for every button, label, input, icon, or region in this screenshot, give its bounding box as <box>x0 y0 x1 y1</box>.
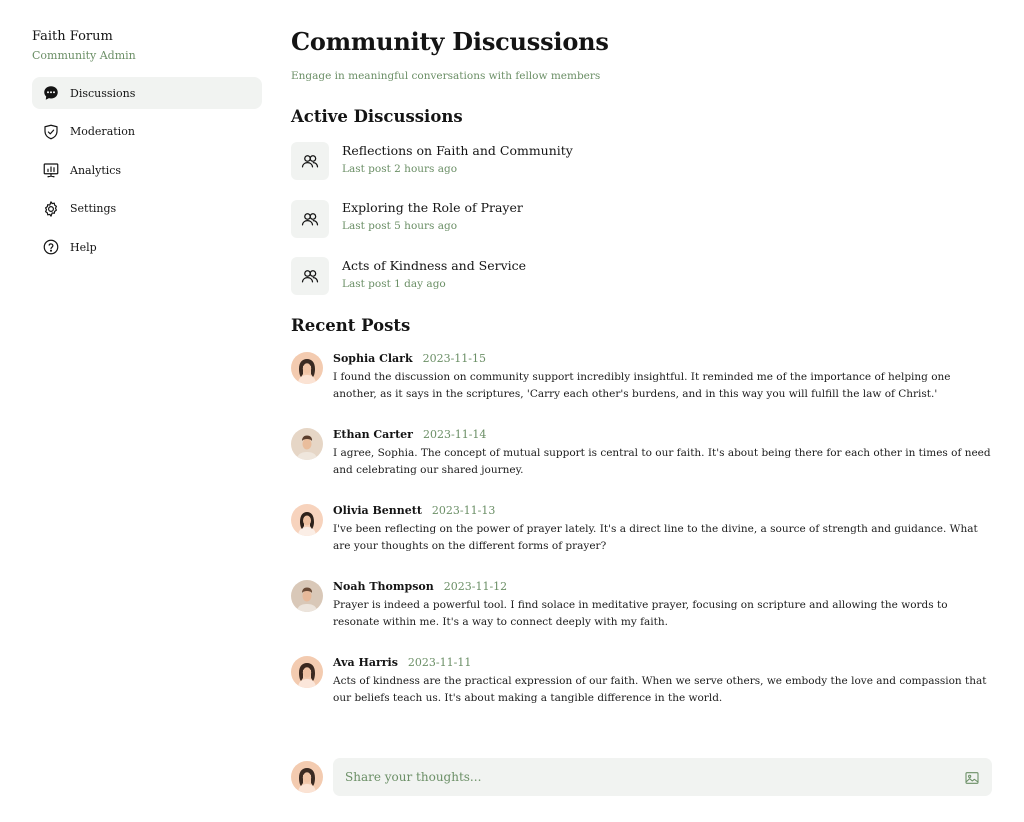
post-author: Ethan Carter <box>333 427 413 441</box>
post-date: 2023-11-15 <box>422 351 487 365</box>
sidebar-item-label: Moderation <box>70 125 135 138</box>
brand-subtitle: Community Admin <box>32 49 136 62</box>
page-title: Community Discussions <box>291 27 609 56</box>
discussion-meta: Last post 2 hours ago <box>342 162 458 175</box>
post-body: Olivia Bennett 2023-11-13 I've been refl… <box>333 504 993 555</box>
sidebar-nav: Discussions Moderation Analytics Setting… <box>32 77 262 263</box>
sidebar-item-analytics[interactable]: Analytics <box>32 154 262 186</box>
post-body: Ethan Carter 2023-11-14 I agree, Sophia.… <box>333 428 993 479</box>
users-icon <box>291 199 329 238</box>
discussion-text: Exploring the Role of Prayer Last post 5… <box>342 200 523 233</box>
post-date: 2023-11-14 <box>422 427 487 441</box>
discussion-list: Reflections on Faith and Community Last … <box>291 142 992 295</box>
discussion-item[interactable]: Exploring the Role of Prayer Last post 5… <box>291 199 992 238</box>
question-circle-icon <box>42 238 60 256</box>
discussion-meta: Last post 5 hours ago <box>342 220 458 232</box>
users-icon <box>291 142 329 180</box>
discussion-title: Acts of Kindness and Service <box>342 257 527 273</box>
post-text: Prayer is indeed a powerful tool. I find… <box>333 598 948 628</box>
post-composer <box>291 758 992 796</box>
sidebar: Faith Forum Community Admin Discussions … <box>32 28 262 270</box>
avatar[interactable] <box>291 579 323 612</box>
page-subtitle: Engage in meaningful conversations with … <box>291 70 601 82</box>
post-list: Sophia Clark 2023-11-15 I found the disc… <box>291 351 993 732</box>
post-item: Ethan Carter 2023-11-14 I agree, Sophia.… <box>291 427 993 504</box>
avatar[interactable] <box>291 503 323 536</box>
post-item: Olivia Bennett 2023-11-13 I've been refl… <box>291 503 993 580</box>
discussion-meta: Last post 1 day ago <box>342 277 446 290</box>
discussion-text: Reflections on Faith and Community Last … <box>342 143 573 176</box>
post-author: Olivia Bennett <box>333 503 422 517</box>
sidebar-item-label: Discussions <box>70 86 136 100</box>
discussion-item[interactable]: Acts of Kindness and Service Last post 1… <box>291 257 992 295</box>
post-author: Noah Thompson <box>333 579 434 593</box>
post-date: 2023-11-13 <box>431 503 496 517</box>
post-author: Ava Harris <box>333 655 398 669</box>
post-body: Ava Harris 2023-11-11 Acts of kindness a… <box>333 656 993 707</box>
chat-bubble-icon <box>42 84 60 102</box>
post-date: 2023-11-11 <box>407 655 472 669</box>
presentation-chart-icon <box>42 161 60 179</box>
discussion-title: Reflections on Faith and Community <box>342 142 573 158</box>
brand-title: Faith Forum <box>32 29 113 44</box>
discussion-text: Acts of Kindness and Service Last post 1… <box>342 258 526 291</box>
avatar[interactable] <box>291 427 323 460</box>
users-icon <box>291 257 329 295</box>
shield-check-icon <box>42 123 60 141</box>
share-thoughts-input[interactable] <box>333 758 992 796</box>
discussion-item[interactable]: Reflections on Faith and Community Last … <box>291 142 992 180</box>
sidebar-item-moderation[interactable]: Moderation <box>32 116 262 148</box>
recent-posts-heading: Recent Posts <box>291 315 411 335</box>
post-date: 2023-11-12 <box>443 579 508 593</box>
sidebar-item-label: Help <box>70 240 97 254</box>
post-text: I found the discussion on community supp… <box>333 370 951 400</box>
post-text: I've been reflecting on the power of pra… <box>333 522 978 552</box>
image-icon[interactable] <box>964 770 980 786</box>
post-item: Noah Thompson 2023-11-12 Prayer is indee… <box>291 579 993 656</box>
post-item: Sophia Clark 2023-11-15 I found the disc… <box>291 351 993 428</box>
post-item: Ava Harris 2023-11-11 Acts of kindness a… <box>291 655 993 732</box>
avatar[interactable] <box>291 351 323 384</box>
post-text: Acts of kindness are the practical expre… <box>333 674 987 704</box>
discussion-title: Exploring the Role of Prayer <box>342 200 523 215</box>
post-author: Sophia Clark <box>333 351 413 365</box>
post-body: Noah Thompson 2023-11-12 Prayer is indee… <box>333 580 993 631</box>
sidebar-item-label: Analytics <box>70 163 122 177</box>
sidebar-item-settings[interactable]: Settings <box>32 193 262 225</box>
sidebar-item-help[interactable]: Help <box>32 231 262 263</box>
post-body: Sophia Clark 2023-11-15 I found the disc… <box>333 352 993 403</box>
sidebar-item-label: Settings <box>70 202 117 215</box>
active-discussions-heading: Active Discussions <box>291 107 463 126</box>
gear-icon <box>42 200 60 218</box>
avatar[interactable] <box>291 655 323 688</box>
main-content: Community Discussions Engage in meaningf… <box>291 26 992 732</box>
sidebar-item-discussions[interactable]: Discussions <box>32 77 262 109</box>
post-text: I agree, Sophia. The concept of mutual s… <box>333 446 991 476</box>
avatar <box>291 761 323 793</box>
